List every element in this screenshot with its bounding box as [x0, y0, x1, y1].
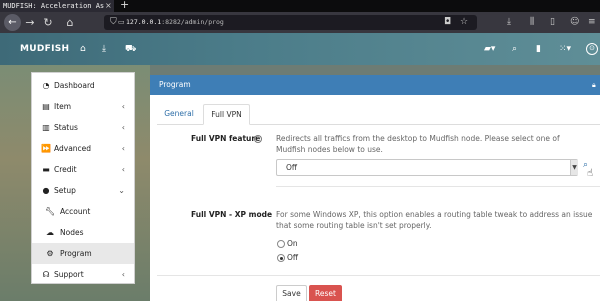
url-text[interactable]: 127.0.0.1:8282/admin/prog — [126, 15, 224, 30]
tab-general[interactable]: General — [157, 104, 201, 124]
item-icon: ▤ — [42, 102, 50, 111]
status-icon: ▥ — [42, 123, 50, 132]
library-icon[interactable]: ⫼ — [530, 15, 534, 30]
chevron-left-icon: ‹ — [121, 123, 125, 132]
shield-icon[interactable]: ⛉ — [110, 15, 117, 30]
pocket-icon[interactable]: ◘ — [444, 15, 451, 30]
sidebar-item-account[interactable]: 🔧︎ Account — [32, 201, 134, 222]
tab-full-vpn[interactable]: Full VPN — [203, 104, 250, 125]
chevron-left-icon: ‹ — [121, 144, 125, 153]
sidebar-item-dashboard[interactable]: ◔ Dashboard — [32, 75, 134, 96]
xp-mode-on-label[interactable]: On — [287, 239, 298, 248]
xp-mode-on-radio[interactable] — [277, 240, 285, 248]
lock-icon: 🔒︎ — [592, 81, 596, 89]
book-icon[interactable]: ▮ — [536, 33, 541, 65]
xp-mode-label: Full VPN - XP mode — [191, 210, 273, 219]
forward-icon[interactable]: → — [23, 12, 37, 33]
new-tab-icon[interactable]: + — [120, 0, 129, 11]
tab-title: MUDFISH: Acceleration As — [3, 2, 105, 10]
xp-mode-description: For some Windows XP, this option enables… — [276, 210, 593, 230]
bookmark-star-icon[interactable]: ☆ — [460, 15, 468, 30]
full-vpn-feature-label: Full VPN feature — [191, 134, 261, 143]
help-icon[interactable]: ? — [254, 135, 262, 143]
download-icon[interactable]: ⤓ — [507, 15, 511, 30]
gear-icon: ⚙ — [46, 249, 54, 258]
sidebar-item-advanced[interactable]: ⏩ Advanced ‹ — [32, 138, 134, 159]
pointer-cursor-icon: ☝ — [587, 168, 594, 179]
panel-title: Program — [150, 75, 600, 95]
xp-mode-off-radio[interactable] — [277, 254, 285, 262]
home-icon[interactable]: ⌂ — [63, 12, 77, 33]
apps-icon[interactable]: ⁙▾ — [559, 33, 571, 65]
back-icon[interactable]: ← — [4, 14, 21, 31]
setup-icon: ● — [42, 186, 50, 195]
home-icon[interactable]: ⌂ — [80, 33, 86, 65]
chevron-left-icon: ‹ — [121, 270, 125, 279]
settings-icon[interactable]: ⊙ — [586, 43, 598, 55]
brand-logo[interactable]: MUDFISH — [20, 33, 69, 65]
cart-icon[interactable]: ⛟ — [125, 33, 136, 65]
sidebar-item-status[interactable]: ▥ Status ‹ — [32, 117, 134, 138]
sidebar-menu: ◔ Dashboard ▤ Item ‹ ▥ Status ‹ ⏩ Advanced ‹ ▬ C… — [31, 72, 135, 284]
search-icon[interactable]: ⌕ — [512, 33, 517, 65]
chat-icon[interactable]: ▰▾ — [484, 33, 495, 65]
chevron-left-icon: ‹ — [121, 165, 125, 174]
full-vpn-node-select[interactable]: Off — [276, 159, 578, 176]
wrench-icon: 🔧︎ — [45, 207, 56, 216]
browser-tab[interactable]: MUDFISH: Acceleration As — [0, 0, 114, 12]
chevron-left-icon: ‹ — [121, 102, 125, 111]
download-icon[interactable]: ⤓ — [102, 33, 106, 65]
chevron-down-icon[interactable]: ▼ — [570, 160, 578, 175]
menu-icon[interactable]: ≡ — [588, 15, 596, 30]
sidebar-item-setup[interactable]: ● Setup ⌄ — [32, 180, 134, 201]
chevron-down-icon: ⌄ — [118, 186, 125, 195]
divider — [157, 275, 600, 276]
sidebar-item-program[interactable]: ⚙ Program — [32, 243, 134, 264]
headset-icon: ☊ — [42, 270, 50, 279]
tab-close-icon[interactable]: × — [105, 0, 112, 12]
reload-icon[interactable]: ↻ — [41, 12, 55, 33]
sidebar-item-credit[interactable]: ▬ Credit ‹ — [32, 159, 134, 180]
sidebar-item-nodes[interactable]: ☁ Nodes — [32, 222, 134, 243]
credit-icon: ▬ — [42, 165, 50, 174]
dashboard-icon: ◔ — [42, 81, 50, 90]
save-button[interactable]: Save — [276, 285, 307, 301]
account-icon[interactable]: ☺ — [570, 15, 579, 30]
page-info-icon[interactable]: ▭ — [118, 15, 125, 30]
reset-button[interactable]: Reset — [309, 285, 342, 301]
sidebar-toggle-icon[interactable]: ▯ — [550, 15, 555, 30]
sidebar-item-support[interactable]: ☊ Support ‹ — [32, 264, 134, 285]
divider — [276, 186, 600, 187]
site-header — [0, 33, 600, 65]
advanced-icon: ⏩ — [41, 144, 51, 153]
full-vpn-feature-description: Redirects all traffics from the desktop … — [276, 134, 560, 154]
sidebar-item-item[interactable]: ▤ Item ‹ — [32, 96, 134, 117]
nodes-icon: ☁ — [46, 228, 54, 237]
xp-mode-off-label[interactable]: Off — [287, 253, 298, 262]
